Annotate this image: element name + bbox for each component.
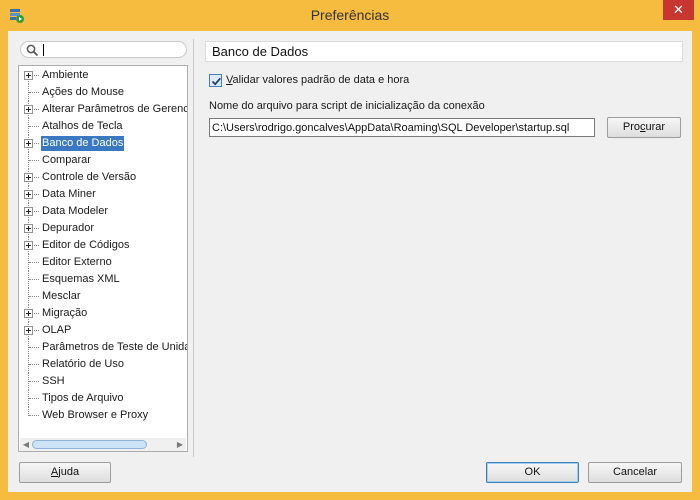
validate-defaults-checkbox[interactable] (209, 74, 222, 87)
tree-connector-line (29, 398, 39, 399)
tree-item[interactable]: Web Browser e Proxy (19, 407, 187, 424)
tree-item-label[interactable]: Data Miner (41, 187, 97, 202)
tree-item[interactable]: Depurador (19, 220, 187, 237)
tree-item[interactable]: Ações do Mouse (19, 84, 187, 101)
tree-connector-line (29, 381, 39, 382)
tree-item-label[interactable]: Banco de Dados (41, 136, 125, 151)
scroll-right-icon[interactable]: ▶ (175, 439, 185, 450)
tree-connector-line (29, 160, 39, 161)
tree-item-label[interactable]: Alterar Parâmetros de Gerenci (41, 102, 187, 117)
tree-item-label[interactable]: Tipos de Arquivo (41, 391, 125, 406)
tree-item-label[interactable]: Comparar (41, 153, 92, 168)
tree-item-label[interactable]: Mesclar (41, 289, 82, 304)
tree-item[interactable]: Mesclar (19, 288, 187, 305)
preferences-window: Preferências ✕ Ambiente Ações do Mouse Alt… (0, 0, 700, 500)
tree-item-label[interactable]: Web Browser e Proxy (41, 408, 149, 423)
tree-connector-line (29, 296, 39, 297)
expand-icon[interactable] (24, 326, 33, 335)
tree-item[interactable]: Data Modeler (19, 203, 187, 220)
tree-connector-line (29, 347, 39, 348)
tree-item[interactable]: Editor de Códigos (19, 237, 187, 254)
tree-item[interactable]: Ambiente (19, 67, 187, 84)
tree-item-label[interactable]: Editor de Códigos (41, 238, 130, 253)
dialog-body: Ambiente Ações do Mouse Alterar Parâmetros… (8, 31, 692, 492)
startup-script-label: Nome do arquivo para script de inicializ… (209, 100, 485, 112)
tree-item-label[interactable]: Data Modeler (41, 204, 109, 219)
expand-icon[interactable] (24, 71, 33, 80)
tree-item[interactable]: Banco de Dados (19, 135, 187, 152)
close-button[interactable]: ✕ (663, 0, 694, 20)
tree-item[interactable]: SSH (19, 373, 187, 390)
preferences-tree[interactable]: Ambiente Ações do Mouse Alterar Parâmetros… (18, 65, 188, 452)
expand-icon[interactable] (24, 309, 33, 318)
search-icon (26, 44, 39, 57)
section-header: Banco de Dados (205, 41, 683, 62)
tree-connector-line (29, 415, 39, 416)
tree-item[interactable]: Comparar (19, 152, 187, 169)
tree-connector-line (29, 262, 39, 263)
tree-item-label[interactable]: Parâmetros de Teste de Unida (41, 340, 187, 355)
tree-item[interactable]: Parâmetros de Teste de Unida (19, 339, 187, 356)
expand-icon[interactable] (24, 173, 33, 182)
tree-item[interactable]: Alterar Parâmetros de Gerenci (19, 101, 187, 118)
expand-icon[interactable] (24, 224, 33, 233)
expand-icon[interactable] (24, 207, 33, 216)
checkmark-icon (211, 77, 221, 86)
ok-button[interactable]: OK (486, 462, 579, 483)
tree-item[interactable]: Esquemas XML (19, 271, 187, 288)
cancel-button[interactable]: Cancelar (588, 462, 682, 483)
window-title: Preferências (310, 7, 390, 23)
tree-item[interactable]: Controle de Versão (19, 169, 187, 186)
text-caret (43, 44, 44, 56)
tree-item[interactable]: Data Miner (19, 186, 187, 203)
tree-item-label[interactable]: Esquemas XML (41, 272, 121, 287)
tree-item-label[interactable]: Migração (41, 306, 88, 321)
tree-item[interactable]: OLAP (19, 322, 187, 339)
expand-icon[interactable] (24, 241, 33, 250)
tree-item-label[interactable]: Relatório de Uso (41, 357, 125, 372)
scrollbar-thumb[interactable] (32, 440, 147, 449)
tree-connector-line (29, 364, 39, 365)
expand-icon[interactable] (24, 139, 33, 148)
tree-item-label[interactable]: Ações do Mouse (41, 85, 125, 100)
tree-item[interactable]: Tipos de Arquivo (19, 390, 187, 407)
browse-button[interactable]: Procurar (607, 117, 681, 138)
expand-icon[interactable] (24, 190, 33, 199)
tree-connector-line (29, 279, 39, 280)
tree-item-label[interactable]: SSH (41, 374, 66, 389)
search-field[interactable] (20, 41, 187, 58)
help-button[interactable]: Ajuda (19, 462, 111, 483)
tree-item-label[interactable]: Editor Externo (41, 255, 113, 270)
tree-item-label[interactable]: OLAP (41, 323, 72, 338)
tree-connector-line (29, 126, 39, 127)
page-title: Banco de Dados (212, 44, 309, 59)
title-bar[interactable]: Preferências ✕ (0, 0, 700, 31)
tree-item-label[interactable]: Ambiente (41, 68, 89, 83)
scroll-left-icon[interactable]: ◀ (21, 439, 31, 450)
expand-icon[interactable] (24, 105, 33, 114)
panel-divider[interactable] (193, 39, 194, 457)
tree-item[interactable]: Editor Externo (19, 254, 187, 271)
tree-connector-line (29, 92, 39, 93)
tree-item-label[interactable]: Controle de Versão (41, 170, 137, 185)
startup-script-path-input[interactable] (209, 118, 595, 137)
tree-item-label[interactable]: Atalhos de Tecla (41, 119, 124, 134)
horizontal-scrollbar[interactable]: ◀ ▶ (20, 438, 186, 451)
tree-item-label[interactable]: Depurador (41, 221, 95, 236)
tree-item[interactable]: Migração (19, 305, 187, 322)
tree-item[interactable]: Relatório de Uso (19, 356, 187, 373)
validate-defaults-label[interactable]: Validar valores padrão de data e hora (226, 74, 409, 86)
tree-item[interactable]: Atalhos de Tecla (19, 118, 187, 135)
